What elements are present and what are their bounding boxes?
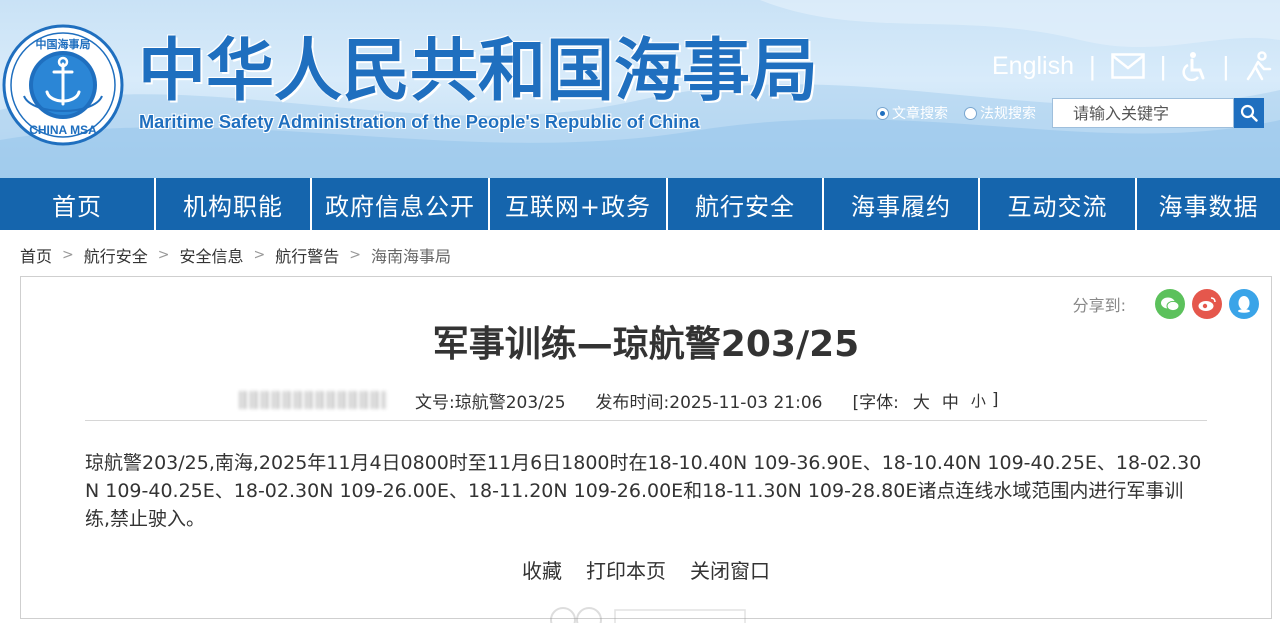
search-icon (1240, 104, 1258, 122)
nav-data[interactable]: 海事数据 (1137, 178, 1280, 230)
font-medium-button[interactable]: 中 (942, 388, 959, 413)
print-button[interactable]: 打印本页 (586, 555, 666, 584)
favorite-button[interactable]: 收藏 (522, 555, 562, 584)
msa-logo[interactable]: 中国海事局 CHINA MSA (2, 24, 124, 146)
nav-home[interactable]: 首页 (0, 178, 156, 230)
nav-functions[interactable]: 机构职能 (156, 178, 312, 230)
nav-gov-info[interactable]: 政府信息公开 (312, 178, 490, 230)
font-large-button[interactable]: 大 (913, 388, 930, 413)
share-label: 分享到: (1072, 296, 1126, 315)
nav-convention[interactable]: 海事履约 (824, 178, 980, 230)
font-size-control: [字体: 大 中 小 ] (852, 388, 998, 413)
separator: | (1222, 50, 1230, 81)
article-meta: 文号:琼航警203/25 发布时间:2025-11-03 21:06 [字体: … (239, 388, 999, 413)
search-option-regulations[interactable]: 法规搜索 (964, 103, 1036, 123)
radio-unselected[interactable] (964, 106, 977, 120)
search-option-articles[interactable]: 文章搜索 (876, 103, 948, 123)
site-subtitle: Maritime Safety Administration of the Pe… (139, 112, 700, 132)
divider (85, 420, 1207, 421)
separator: | (1089, 50, 1096, 81)
search-input[interactable] (1052, 98, 1234, 128)
breadcrumb-navigation-safety[interactable]: 航行安全 (84, 243, 148, 267)
breadcrumb-separator: > (349, 247, 361, 263)
breadcrumb-current: 海南海事局 (371, 247, 452, 266)
doc-number: 文号:琼航警203/25 (415, 392, 566, 413)
article-actions: 收藏 打印本页 关闭窗口 (21, 555, 1271, 584)
font-close-bracket: ] (991, 390, 999, 410)
logo-top-text: 中国海事局 (36, 37, 91, 51)
separator: | (1159, 50, 1167, 81)
article-body: 琼航警203/25,南海,2025年11月4日0800时至11月6日1800时在… (85, 452, 1202, 530)
search-bar: 文章搜索 法规搜索 (876, 98, 1264, 128)
main-nav: 首页 机构职能 政府信息公开 互联网+政务 航行安全 海事履约 互动交流 海事数… (0, 178, 1280, 230)
accessibility-icon[interactable] (1181, 51, 1208, 81)
nav-navigation-safety[interactable]: 航行安全 (668, 178, 824, 230)
site-title[interactable]: 中华人民共和国海事局 (138, 32, 818, 112)
nav-interaction[interactable]: 互动交流 (980, 178, 1137, 230)
blurred-source (239, 391, 387, 409)
breadcrumb-separator: > (62, 247, 74, 263)
nav-internet-gov[interactable]: 互联网+政务 (490, 178, 668, 230)
article-title: 军事训练—琼航警203/25 (432, 324, 860, 365)
site-header: 中国海事局 CHINA MSA 中华人民共和国海事局 Maritime Safe… (0, 0, 1280, 178)
mail-icon[interactable] (1111, 53, 1145, 79)
close-window-button[interactable]: 关闭窗口 (690, 555, 770, 584)
breadcrumb-safety-info[interactable]: 安全信息 (180, 243, 244, 267)
elderly-icon[interactable] (1244, 51, 1272, 81)
top-links: English | | | (992, 48, 1272, 84)
watermark-icon (550, 607, 746, 623)
breadcrumb-warnings[interactable]: 航行警告 (275, 243, 339, 267)
logo-bottom-text: CHINA MSA (29, 123, 97, 137)
english-link[interactable]: English (992, 52, 1074, 81)
breadcrumb-home[interactable]: 首页 (20, 243, 52, 267)
search-button[interactable] (1234, 98, 1264, 128)
font-small-button[interactable]: 小 (971, 390, 986, 411)
breadcrumb-separator: > (253, 247, 266, 263)
breadcrumb-separator: > (157, 247, 170, 263)
radio-selected[interactable] (876, 106, 889, 120)
publish-time: 发布时间:2025-11-03 21:06 (595, 392, 823, 413)
font-label: [字体: (852, 392, 899, 413)
breadcrumb: 首页 > 航行安全 > 安全信息 > 航行警告 > 海南海事局 (20, 244, 451, 266)
article-card: 分享到: 军事训练—琼航警203/25 文号:琼航警203/25 发布时间:20… (20, 276, 1272, 619)
